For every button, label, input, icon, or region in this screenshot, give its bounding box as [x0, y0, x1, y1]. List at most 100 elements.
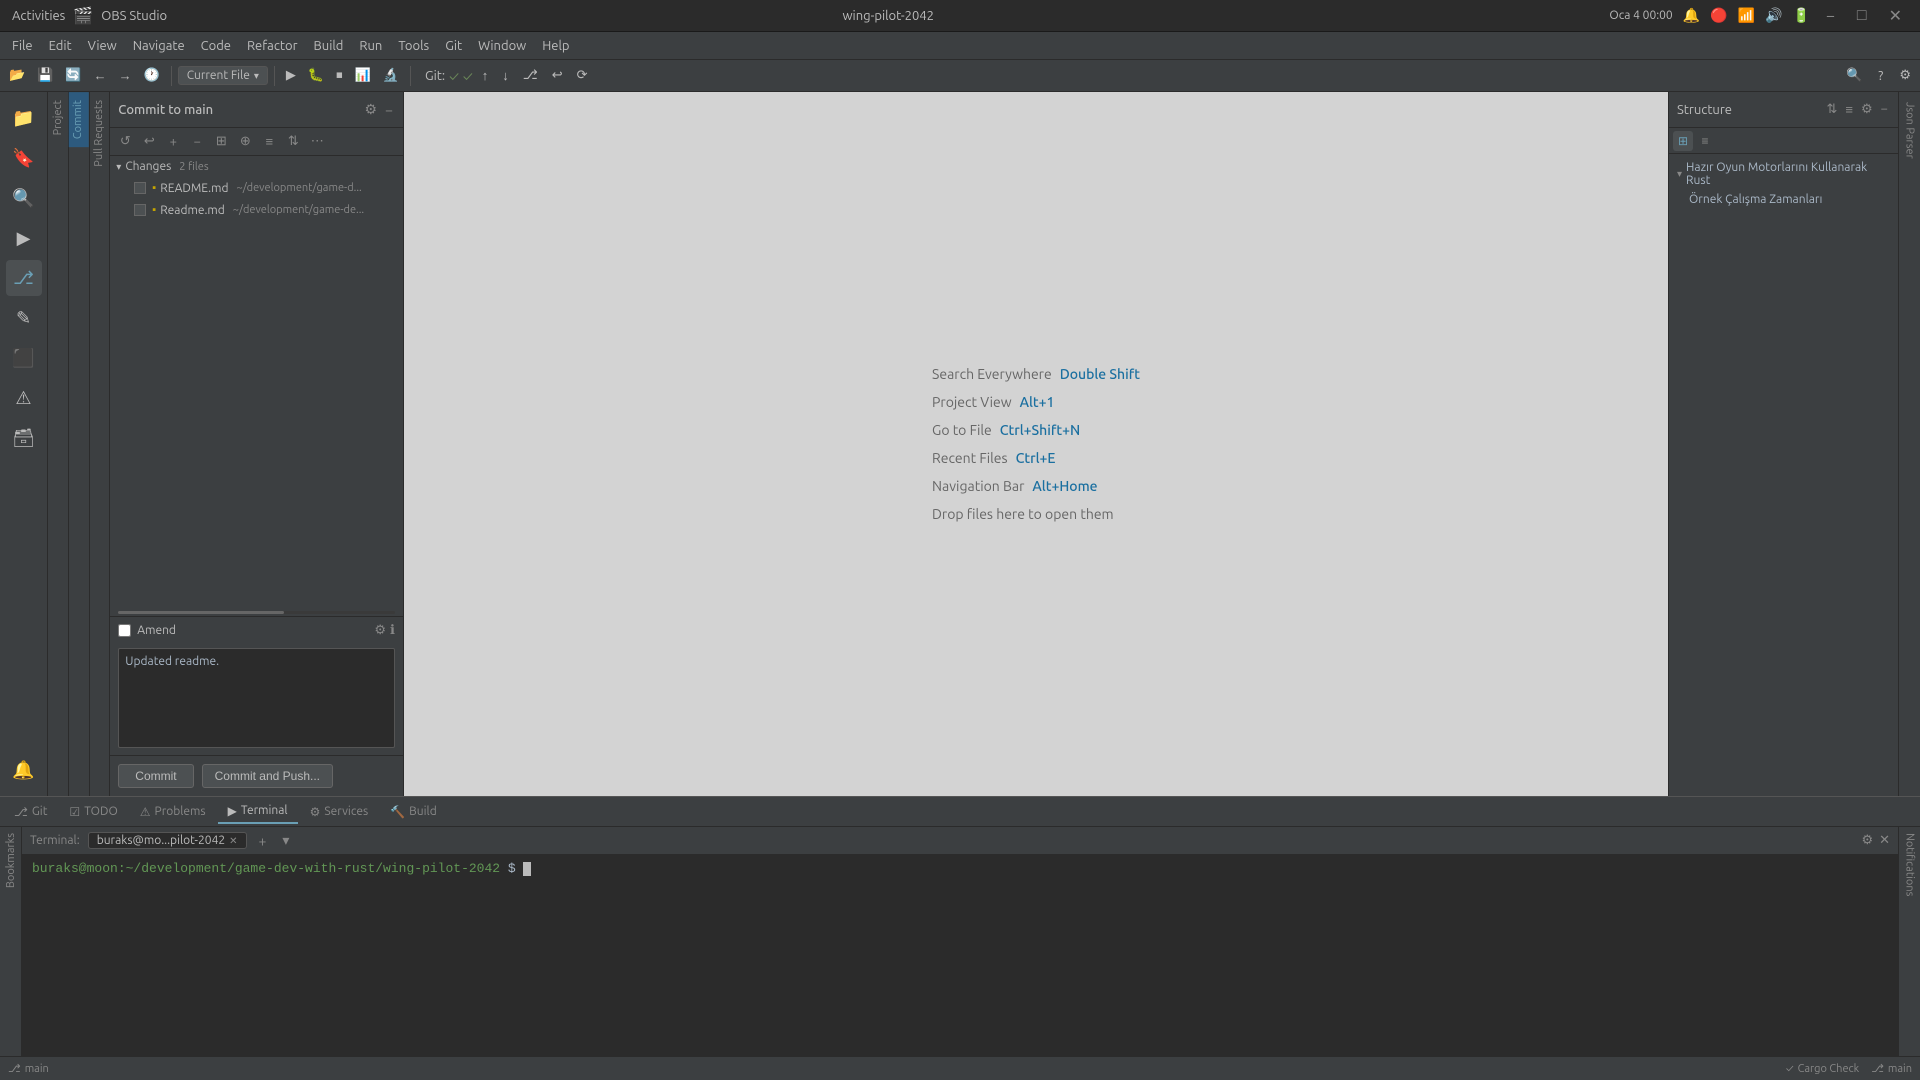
- sidebar-commit-btn[interactable]: ✎: [6, 300, 42, 336]
- file-item-readme[interactable]: ▪ README.md ~/development/game-d...: [110, 177, 403, 199]
- bottom-tab-problems[interactable]: ⚠ Problems: [130, 801, 216, 823]
- ct-undo-icon[interactable]: ↩: [138, 131, 160, 153]
- terminal-output[interactable]: buraks@moon:~/development/game-dev-with-…: [22, 855, 1898, 1056]
- menu-build[interactable]: Build: [306, 35, 352, 57]
- menu-edit[interactable]: Edit: [41, 35, 80, 57]
- st-list-icon[interactable]: ≡: [1695, 131, 1715, 151]
- menu-view[interactable]: View: [80, 35, 125, 57]
- toolbar-history-icon[interactable]: 🕐: [139, 66, 165, 85]
- git-branch-icon[interactable]: ⎇: [518, 66, 543, 85]
- ct-refresh-icon[interactable]: ↺: [114, 131, 136, 153]
- terminal-close-icon[interactable]: ✕: [1879, 833, 1890, 848]
- bottom-tab-services[interactable]: ⚙ Services: [300, 801, 379, 823]
- ct-zoom-icon[interactable]: ⊕: [234, 131, 256, 153]
- terminal-tab-item[interactable]: buraks@mo...pilot-2042 ✕: [88, 832, 247, 849]
- toolbar-forward-icon[interactable]: →: [114, 66, 137, 85]
- bottom-tab-terminal[interactable]: ▶ Terminal: [218, 800, 298, 824]
- commit-message-input[interactable]: Updated readme.: [118, 648, 395, 748]
- commit-settings-icon[interactable]: ⚙: [363, 99, 380, 120]
- amend-checkbox[interactable]: [118, 624, 131, 637]
- commit-minimize-icon[interactable]: −: [383, 100, 395, 120]
- bookmarks-label[interactable]: Bookmarks: [2, 827, 20, 894]
- git-pull-icon[interactable]: ↓: [497, 66, 514, 85]
- sidebar-db-btn[interactable]: 🗃: [6, 420, 42, 456]
- toolbar-save-icon[interactable]: 💾: [32, 66, 58, 85]
- file-checkbox-1[interactable]: [134, 182, 146, 194]
- close-btn[interactable]: ✕: [1883, 4, 1908, 27]
- structure-minimize-icon[interactable]: −: [1879, 100, 1890, 119]
- status-cargo[interactable]: ✓ Cargo Check: [1786, 1062, 1859, 1075]
- notifications-label[interactable]: Notifications: [1901, 827, 1919, 902]
- amend-info-icon[interactable]: ℹ: [390, 623, 395, 638]
- sidebar-run-btn[interactable]: ▶: [6, 220, 42, 256]
- project-label[interactable]: Project: [49, 92, 67, 143]
- terminal-settings-icon[interactable]: ⚙: [1861, 833, 1873, 848]
- st-expand-icon[interactable]: ⊞: [1673, 131, 1693, 151]
- status-main[interactable]: ⎇ main: [1871, 1062, 1912, 1075]
- ct-minus-icon[interactable]: −: [186, 131, 208, 153]
- amend-label[interactable]: Amend: [137, 624, 176, 637]
- systray-icon2[interactable]: 📶: [1738, 7, 1755, 24]
- pull-req-label[interactable]: Pull Requests: [90, 92, 108, 175]
- bottom-tab-build[interactable]: 🔨 Build: [380, 801, 447, 823]
- menu-refactor[interactable]: Refactor: [239, 35, 306, 57]
- commit-label[interactable]: Commit: [69, 92, 89, 147]
- structure-filter-icon[interactable]: ⇅: [1825, 100, 1840, 119]
- git-push-icon[interactable]: ↑: [477, 66, 494, 85]
- ct-view-icon[interactable]: ⊞: [210, 131, 232, 153]
- sidebar-notifications-btn[interactable]: 🔔: [6, 752, 42, 788]
- file-item-readme2[interactable]: ▪ Readme.md ~/development/game-de...: [110, 199, 403, 221]
- terminal-expand-icon[interactable]: ▾: [278, 832, 293, 849]
- structure-sort-icon[interactable]: ≡: [1843, 100, 1855, 119]
- menu-window[interactable]: Window: [470, 35, 534, 57]
- systray-icon4[interactable]: 🔋: [1792, 7, 1809, 24]
- menu-code[interactable]: Code: [193, 35, 239, 57]
- toolbar-refresh-icon[interactable]: 🔄: [60, 66, 86, 85]
- menu-navigate[interactable]: Navigate: [125, 35, 193, 57]
- git-checkmark2-icon[interactable]: ✓: [463, 68, 473, 84]
- systray-icon1[interactable]: 🔴: [1710, 7, 1727, 24]
- search-icon[interactable]: 🔍: [1841, 66, 1867, 85]
- ct-diff-icon[interactable]: ≡: [258, 131, 280, 153]
- tree-item-child[interactable]: Örnek Çalışma Zamanları: [1673, 190, 1894, 209]
- commit-and-push-button[interactable]: Commit and Push...: [202, 764, 333, 788]
- ct-more-icon[interactable]: ⋯: [306, 131, 328, 153]
- status-branch[interactable]: ⎇ main: [8, 1062, 49, 1075]
- structure-settings-icon[interactable]: ⚙: [1859, 100, 1875, 119]
- menu-run[interactable]: Run: [351, 35, 390, 57]
- amend-settings-icon[interactable]: ⚙: [374, 623, 386, 638]
- git-checkmark1-icon[interactable]: ✓: [449, 68, 459, 84]
- terminal-tab-close-icon[interactable]: ✕: [229, 835, 237, 847]
- run-btn[interactable]: ▶: [281, 66, 301, 85]
- toolbar-back-icon[interactable]: ←: [89, 66, 112, 85]
- menu-git[interactable]: Git: [437, 35, 470, 57]
- alarm-icon[interactable]: 🔔: [1683, 7, 1700, 24]
- bottom-tab-git[interactable]: ⎇ Git: [4, 801, 57, 823]
- menu-tools[interactable]: Tools: [390, 35, 437, 57]
- systray-icon3[interactable]: 🔊: [1765, 7, 1782, 24]
- sidebar-terminal-btn[interactable]: ⬛: [6, 340, 42, 376]
- git-refresh-icon[interactable]: ⟳: [572, 66, 593, 85]
- coverage-btn[interactable]: 🔬: [378, 66, 404, 85]
- debug-btn[interactable]: 🐛: [303, 66, 329, 85]
- ct-sort-icon[interactable]: ⇅: [282, 131, 304, 153]
- menu-help[interactable]: Help: [534, 35, 577, 57]
- tree-item-root[interactable]: ▾ Hazır Oyun Motorlarını Kullanarak Rust: [1673, 158, 1894, 190]
- changes-header[interactable]: ▾ Changes 2 files: [110, 156, 403, 177]
- settings-icon[interactable]: ⚙: [1894, 66, 1916, 85]
- commit-button[interactable]: Commit: [118, 764, 193, 788]
- terminal-add-icon[interactable]: +: [255, 833, 271, 849]
- sidebar-issues-btn[interactable]: ⚠: [6, 380, 42, 416]
- right-strip-label[interactable]: Json Parser: [1901, 96, 1919, 165]
- profile-btn[interactable]: 📊: [350, 66, 376, 85]
- sidebar-find-btn[interactable]: 🔍: [6, 180, 42, 216]
- help-icon[interactable]: ?: [1873, 67, 1888, 85]
- activities-btn[interactable]: Activities: [12, 9, 65, 23]
- file-checkbox-2[interactable]: [134, 204, 146, 216]
- stop-btn[interactable]: ⏹: [331, 66, 348, 85]
- ct-plus-icon[interactable]: +: [162, 131, 184, 153]
- sidebar-project-btn[interactable]: 📁: [6, 100, 42, 136]
- bottom-tab-todo[interactable]: ☑ TODO: [59, 801, 127, 823]
- restore-btn[interactable]: □: [1851, 4, 1873, 27]
- git-revert-icon[interactable]: ↩: [547, 66, 568, 85]
